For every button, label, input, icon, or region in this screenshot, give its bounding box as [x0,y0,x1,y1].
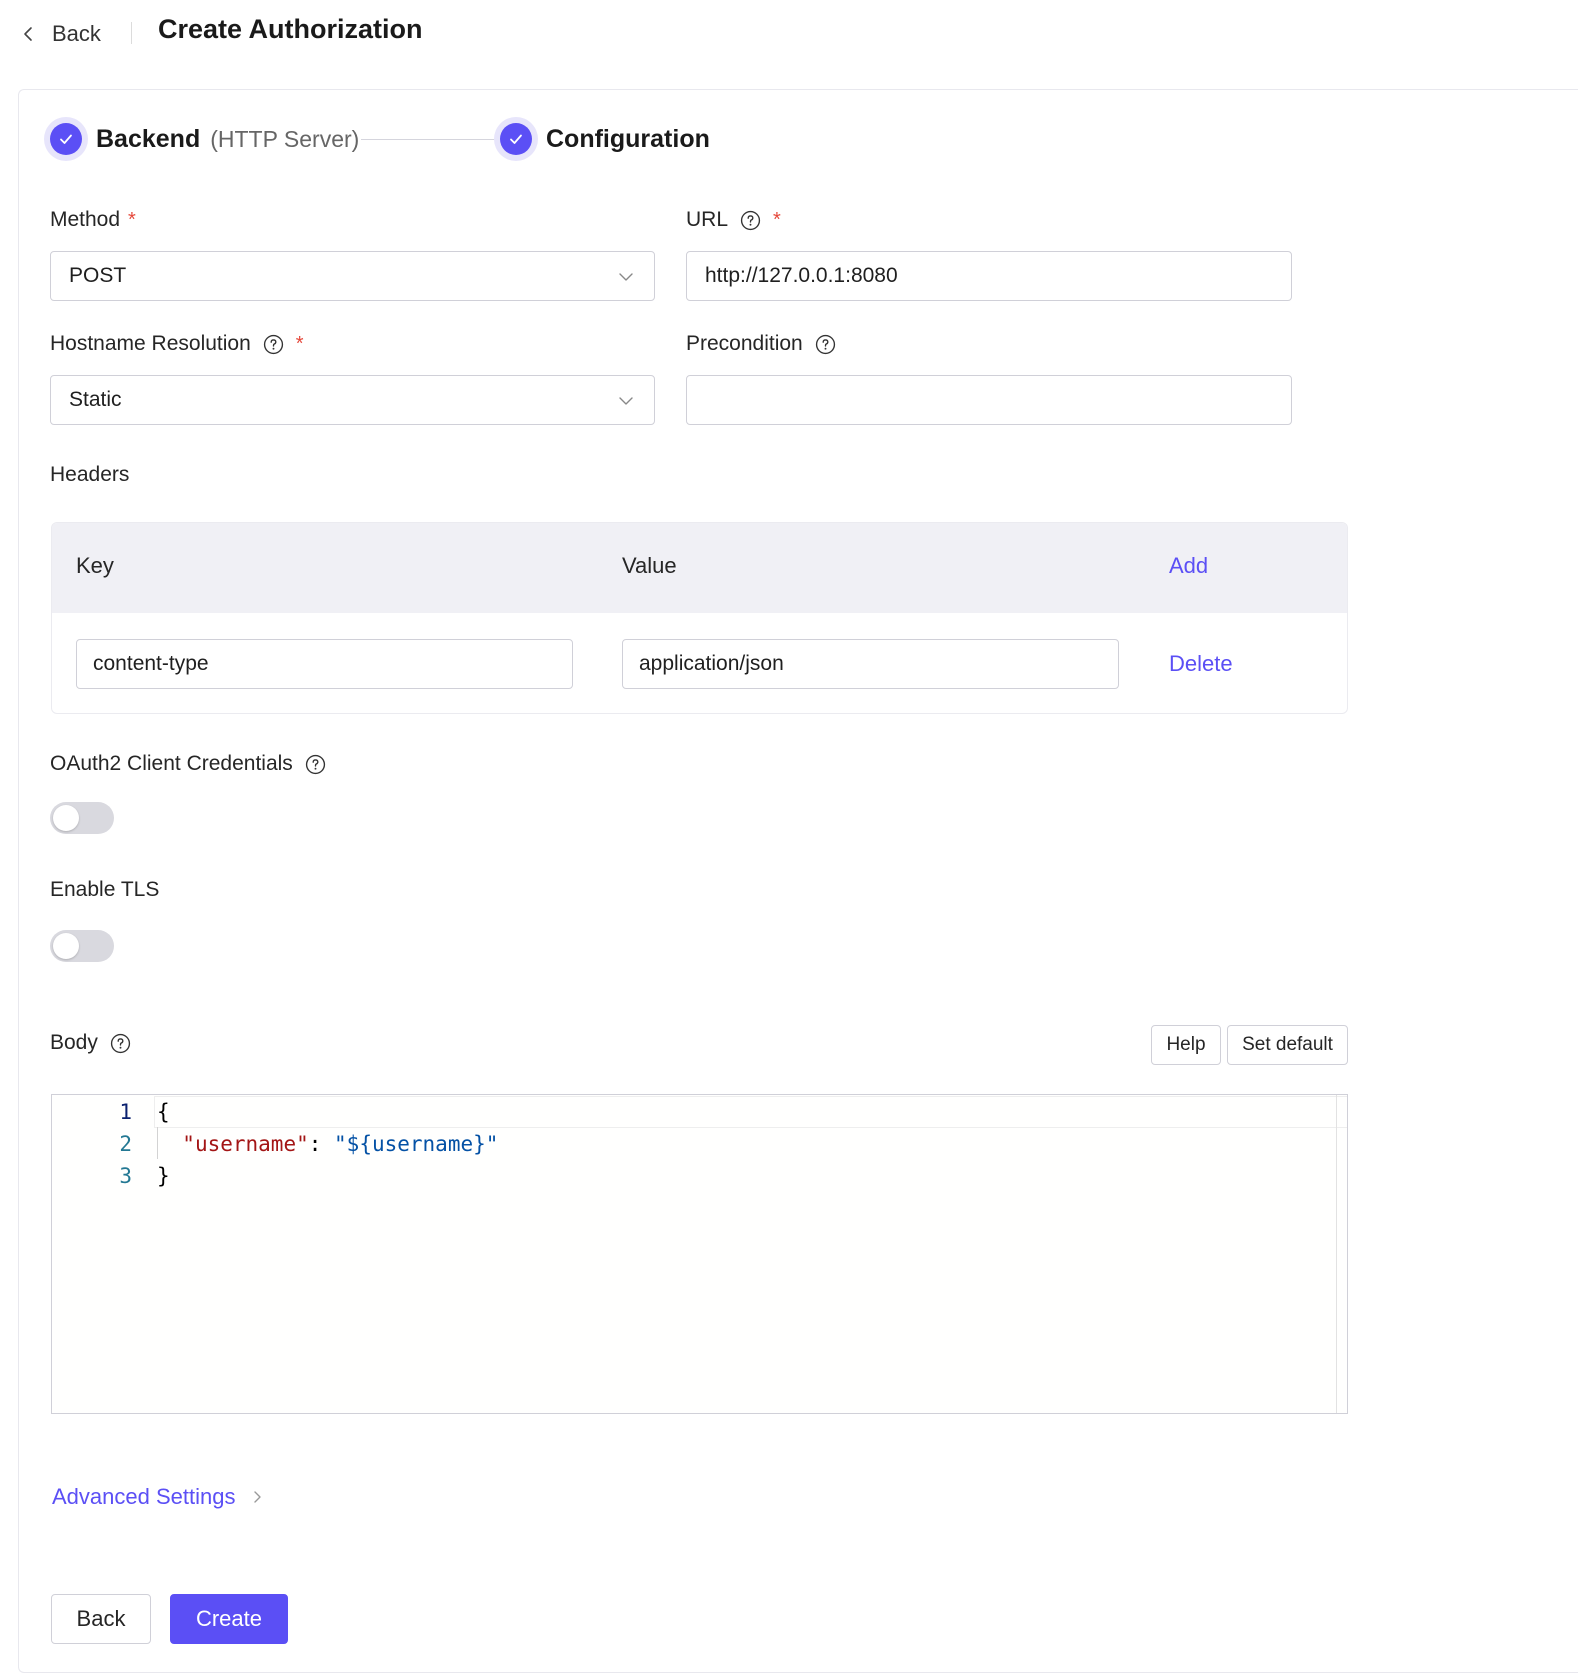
code-text: "username": "${username}" [157,1128,498,1160]
required-marker: * [295,332,304,355]
top-bar: Back Create Authorization [0,0,1578,68]
headers-table: Key Value Add content-type application/j… [51,522,1348,714]
header-key-value: content-type [93,652,209,675]
line-number: 1 [119,1100,132,1124]
step-title: Backend [96,124,201,153]
chevron-down-icon [619,397,633,405]
back-button[interactable]: Back [51,1594,151,1644]
create-button[interactable]: Create [170,1594,288,1644]
back-link-label: Back [52,21,101,46]
help-icon[interactable] [740,210,761,231]
tls-toggle[interactable] [50,930,114,962]
body-code-editor[interactable]: 1 { 2 "username": "${username}" 3 } [51,1094,1348,1414]
delete-header-button[interactable]: Delete [1169,651,1233,677]
method-label: Method * [50,208,136,232]
back-link[interactable]: Back [18,16,101,52]
step-connector [361,139,503,140]
precondition-label: Precondition [686,332,836,356]
line-number: 2 [119,1132,132,1156]
help-icon[interactable] [305,754,326,775]
hostname-resolution-label: Hostname Resolution * [50,332,304,356]
method-label-text: Method [50,208,121,231]
headers-label: Headers [50,463,129,487]
headers-table-head: Key Value Add [52,523,1347,613]
oauth2-toggle[interactable] [50,802,114,834]
header-key-input[interactable]: content-type [76,639,573,689]
code-text: { [157,1100,170,1124]
key-column-header: Key [76,553,114,578]
json-string-value: "${username}" [334,1132,499,1156]
url-label: URL * [686,208,781,232]
tls-label-text: Enable TLS [50,878,160,901]
required-marker: * [773,208,781,231]
body-help-button[interactable]: Help [1151,1025,1221,1065]
chevron-left-icon [24,27,32,41]
step-check-icon [44,117,88,161]
code-line: 3 } [52,1160,1347,1192]
value-column-header: Value [622,553,677,578]
method-select-value: POST [69,264,127,287]
advanced-settings-link[interactable]: Advanced Settings [52,1484,265,1510]
precondition-input[interactable] [686,375,1292,425]
step-check-icon [494,117,538,161]
json-separator: : [308,1132,335,1156]
oauth2-label: OAuth2 Client Credentials [50,752,326,776]
toggle-knob [53,933,79,959]
step-subtitle: (HTTP Server) [210,125,360,152]
help-icon[interactable] [110,1033,131,1054]
header-value-input[interactable]: application/json [622,639,1119,689]
body-label-text: Body [50,1031,98,1054]
body-label: Body [50,1031,131,1055]
hostname-resolution-value: Static [69,388,122,411]
oauth2-label-text: OAuth2 Client Credentials [50,752,293,775]
url-label-text: URL [686,208,729,231]
page-title: Create Authorization [158,14,423,44]
url-input-value: http://127.0.0.1:8080 [705,264,898,287]
help-icon[interactable] [815,334,836,355]
precondition-label-text: Precondition [686,332,803,355]
tls-label: Enable TLS [50,878,159,902]
hostname-resolution-label-text: Hostname Resolution [50,332,251,355]
line-number: 3 [119,1164,132,1188]
code-line: 2 "username": "${username}" [52,1128,1347,1160]
add-header-button[interactable]: Add [1169,553,1208,579]
hostname-resolution-select[interactable]: Static [50,375,655,425]
chevron-right-icon [254,1491,262,1503]
step-title: Configuration [546,124,710,153]
url-input[interactable]: http://127.0.0.1:8080 [686,251,1292,301]
method-select[interactable]: POST [50,251,655,301]
code-line: 1 { [52,1096,1347,1128]
chevron-down-icon [619,273,633,281]
header-value-value: application/json [639,652,784,675]
header-divider [131,22,132,44]
set-default-button[interactable]: Set default [1227,1025,1348,1065]
code-text: } [157,1164,170,1188]
required-marker: * [128,208,136,231]
toggle-knob [53,805,79,831]
form-card [18,89,1578,1673]
help-icon[interactable] [263,334,284,355]
headers-label-text: Headers [50,463,130,486]
step-configuration: Configuration [494,116,710,162]
step-backend: Backend (HTTP Server) [44,116,359,162]
json-key: "username" [182,1132,309,1156]
advanced-settings-label: Advanced Settings [52,1484,236,1509]
